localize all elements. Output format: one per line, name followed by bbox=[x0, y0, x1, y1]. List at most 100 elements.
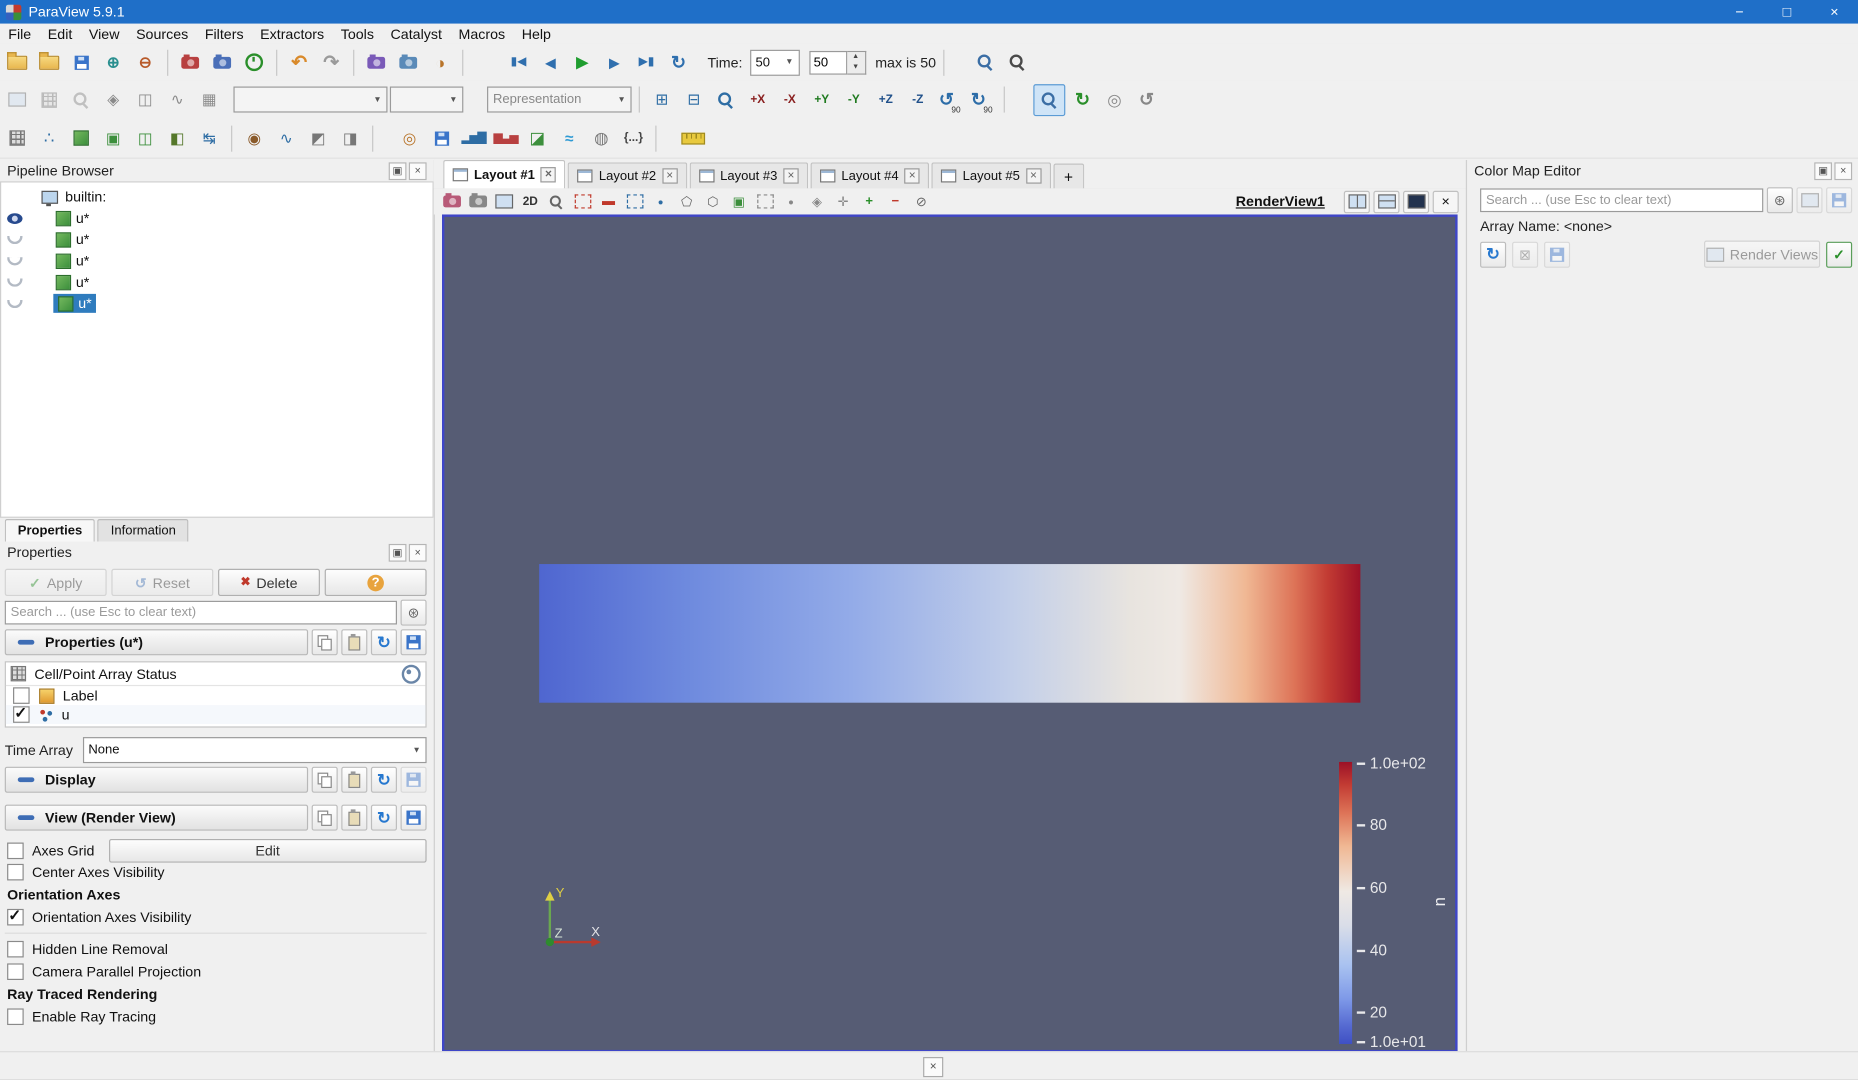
set-view-plus-x-button[interactable]: +X bbox=[743, 85, 773, 115]
visibility-eye-icon[interactable] bbox=[7, 299, 23, 308]
clip-icon[interactable]: ◪ bbox=[523, 123, 553, 153]
close-tab-icon[interactable] bbox=[662, 168, 678, 184]
camera-parallel-checkbox[interactable] bbox=[7, 963, 24, 980]
center-axes-checkbox[interactable] bbox=[7, 863, 24, 881]
reset-display-icon[interactable] bbox=[370, 766, 397, 793]
hidden-line-checkbox[interactable] bbox=[7, 940, 24, 958]
menu-filters[interactable]: Filters bbox=[197, 24, 252, 43]
plot-selection-icon[interactable]: ∿ bbox=[162, 85, 192, 115]
last-frame-button[interactable] bbox=[632, 47, 662, 77]
axes-grid-checkbox[interactable] bbox=[7, 842, 24, 860]
rescale-custom-icon[interactable]: ⊟ bbox=[679, 85, 709, 115]
close-button[interactable] bbox=[1811, 0, 1858, 24]
zoom-to-data-icon[interactable] bbox=[970, 47, 1000, 77]
save-colormap-icon[interactable] bbox=[1544, 241, 1571, 268]
enable-raytrace-checkbox[interactable] bbox=[7, 1008, 24, 1026]
select-cells-frustum-icon[interactable] bbox=[623, 191, 646, 211]
visibility-eye-icon[interactable] bbox=[7, 212, 23, 224]
save-defaults-icon[interactable] bbox=[400, 629, 427, 656]
spin-up-icon[interactable]: ▲ bbox=[846, 51, 865, 63]
frame-input[interactable] bbox=[808, 50, 847, 75]
component-select[interactable] bbox=[389, 86, 464, 113]
pick-center-icon[interactable]: ◎ bbox=[1100, 85, 1130, 115]
capture-screenshot-icon[interactable] bbox=[467, 191, 490, 211]
camera-parallel-row[interactable]: Camera Parallel Projection bbox=[7, 963, 201, 980]
calculator-icon[interactable] bbox=[2, 123, 32, 153]
section-properties-bar[interactable]: Properties (u*) bbox=[4, 629, 309, 656]
array-row-label[interactable]: Label bbox=[6, 686, 425, 705]
close-tab-icon[interactable] bbox=[540, 167, 557, 183]
reset-view-icon[interactable] bbox=[370, 804, 397, 831]
open-file-icon[interactable] bbox=[2, 47, 32, 77]
menu-macros[interactable]: Macros bbox=[450, 24, 513, 43]
extract-subset-icon[interactable]: ◩ bbox=[303, 123, 333, 153]
rotate-90-ccw-button[interactable]: 90 bbox=[935, 85, 965, 114]
select-block-icon[interactable]: ▣ bbox=[728, 191, 751, 211]
merge-blocks-icon[interactable]: ◧ bbox=[162, 123, 192, 153]
point-interpolator-icon[interactable]: ∴ bbox=[34, 123, 64, 153]
spreadsheet-icon[interactable] bbox=[34, 85, 64, 115]
save-frame-icon[interactable] bbox=[427, 123, 457, 153]
tab-layout-5[interactable]: Layout #5 bbox=[931, 162, 1051, 189]
adjust-camera-icon[interactable] bbox=[493, 191, 516, 211]
reset-defaults-icon[interactable] bbox=[370, 629, 397, 656]
previous-frame-button[interactable] bbox=[536, 47, 566, 77]
close-tab-icon[interactable] bbox=[904, 168, 920, 184]
redo-icon[interactable] bbox=[316, 47, 346, 77]
reset-button[interactable]: Reset bbox=[111, 568, 214, 597]
paste-view-icon[interactable] bbox=[341, 804, 368, 831]
select-points-rectangle-icon[interactable]: ▬ bbox=[597, 191, 620, 211]
extract-block-icon[interactable]: ◫ bbox=[130, 123, 160, 153]
frame-spinbox[interactable]: ▲ ▼ bbox=[808, 50, 866, 75]
close-panel-icon[interactable] bbox=[408, 161, 427, 180]
close-panel-icon[interactable] bbox=[1834, 161, 1853, 180]
lock-data-range-icon[interactable]: ⊠ bbox=[1512, 241, 1539, 268]
probe-icon[interactable]: ◎ bbox=[395, 123, 425, 153]
split-horizontal-icon[interactable] bbox=[1343, 190, 1370, 213]
extract-selection-icon[interactable]: ◫ bbox=[130, 85, 160, 115]
tab-layout-1[interactable]: Layout #1 bbox=[443, 159, 566, 189]
camera-undo-icon[interactable] bbox=[361, 47, 391, 77]
find-data-icon[interactable] bbox=[66, 85, 96, 115]
auto-apply-icon[interactable] bbox=[239, 47, 269, 77]
camera-redo-icon[interactable] bbox=[393, 47, 423, 77]
array-row-u[interactable]: u bbox=[5, 704, 426, 725]
color-palette-icon[interactable]: ◑ bbox=[425, 47, 455, 77]
hover-cells-icon[interactable]: ◈ bbox=[806, 191, 829, 211]
set-view-minus-x-button[interactable]: -X bbox=[775, 85, 805, 115]
u-checkbox[interactable] bbox=[13, 704, 30, 723]
zoom-to-box-icon[interactable] bbox=[545, 191, 568, 211]
grow-selection-icon[interactable]: + bbox=[858, 191, 881, 211]
pipeline-item-row-selected[interactable]: u* bbox=[1, 293, 97, 314]
paste-properties-icon[interactable] bbox=[341, 629, 368, 656]
maximize-view-icon[interactable] bbox=[1403, 190, 1430, 213]
plot-over-line-icon[interactable]: ∿ bbox=[271, 123, 301, 153]
first-frame-button[interactable] bbox=[504, 47, 534, 77]
apply-button[interactable]: Apply bbox=[4, 568, 107, 597]
select-cells-polygon-icon[interactable]: ⬠ bbox=[675, 191, 698, 211]
shrink-selection-icon[interactable]: − bbox=[884, 191, 907, 211]
undock-icon[interactable]: ▣ bbox=[388, 543, 407, 562]
open-recent-icon[interactable] bbox=[34, 47, 64, 77]
undock-icon[interactable]: ▣ bbox=[388, 161, 407, 180]
python-calculator-icon[interactable]: {...} bbox=[619, 123, 649, 153]
set-view-plus-y-button[interactable]: +Y bbox=[807, 85, 837, 115]
contour-icon[interactable]: ◍ bbox=[587, 123, 617, 153]
save-display-icon[interactable] bbox=[400, 766, 427, 793]
dismiss-progress-icon[interactable] bbox=[923, 1057, 944, 1078]
visibility-eye-icon[interactable] bbox=[7, 256, 23, 265]
close-tab-icon[interactable] bbox=[1025, 168, 1042, 184]
visibility-eye-icon[interactable] bbox=[7, 235, 23, 244]
render-views-button[interactable]: Render Views bbox=[1704, 240, 1821, 268]
hidden-line-row[interactable]: Hidden Line Removal bbox=[7, 940, 168, 958]
visibility-eye-icon[interactable] bbox=[7, 277, 23, 287]
paste-display-icon[interactable] bbox=[341, 766, 368, 793]
split-vertical-icon[interactable] bbox=[1373, 190, 1400, 213]
search-options-gear-icon[interactable]: ⊛ bbox=[400, 599, 427, 626]
save-view-icon[interactable] bbox=[400, 804, 427, 831]
menu-edit[interactable]: Edit bbox=[40, 24, 81, 43]
select-points-frustum-icon[interactable]: ● bbox=[649, 191, 672, 211]
orientation-visibility-row[interactable]: Orientation Axes Visibility bbox=[7, 907, 191, 926]
disconnect-server-icon[interactable]: ⊖ bbox=[130, 47, 160, 77]
rescale-visible-icon[interactable] bbox=[711, 85, 741, 115]
